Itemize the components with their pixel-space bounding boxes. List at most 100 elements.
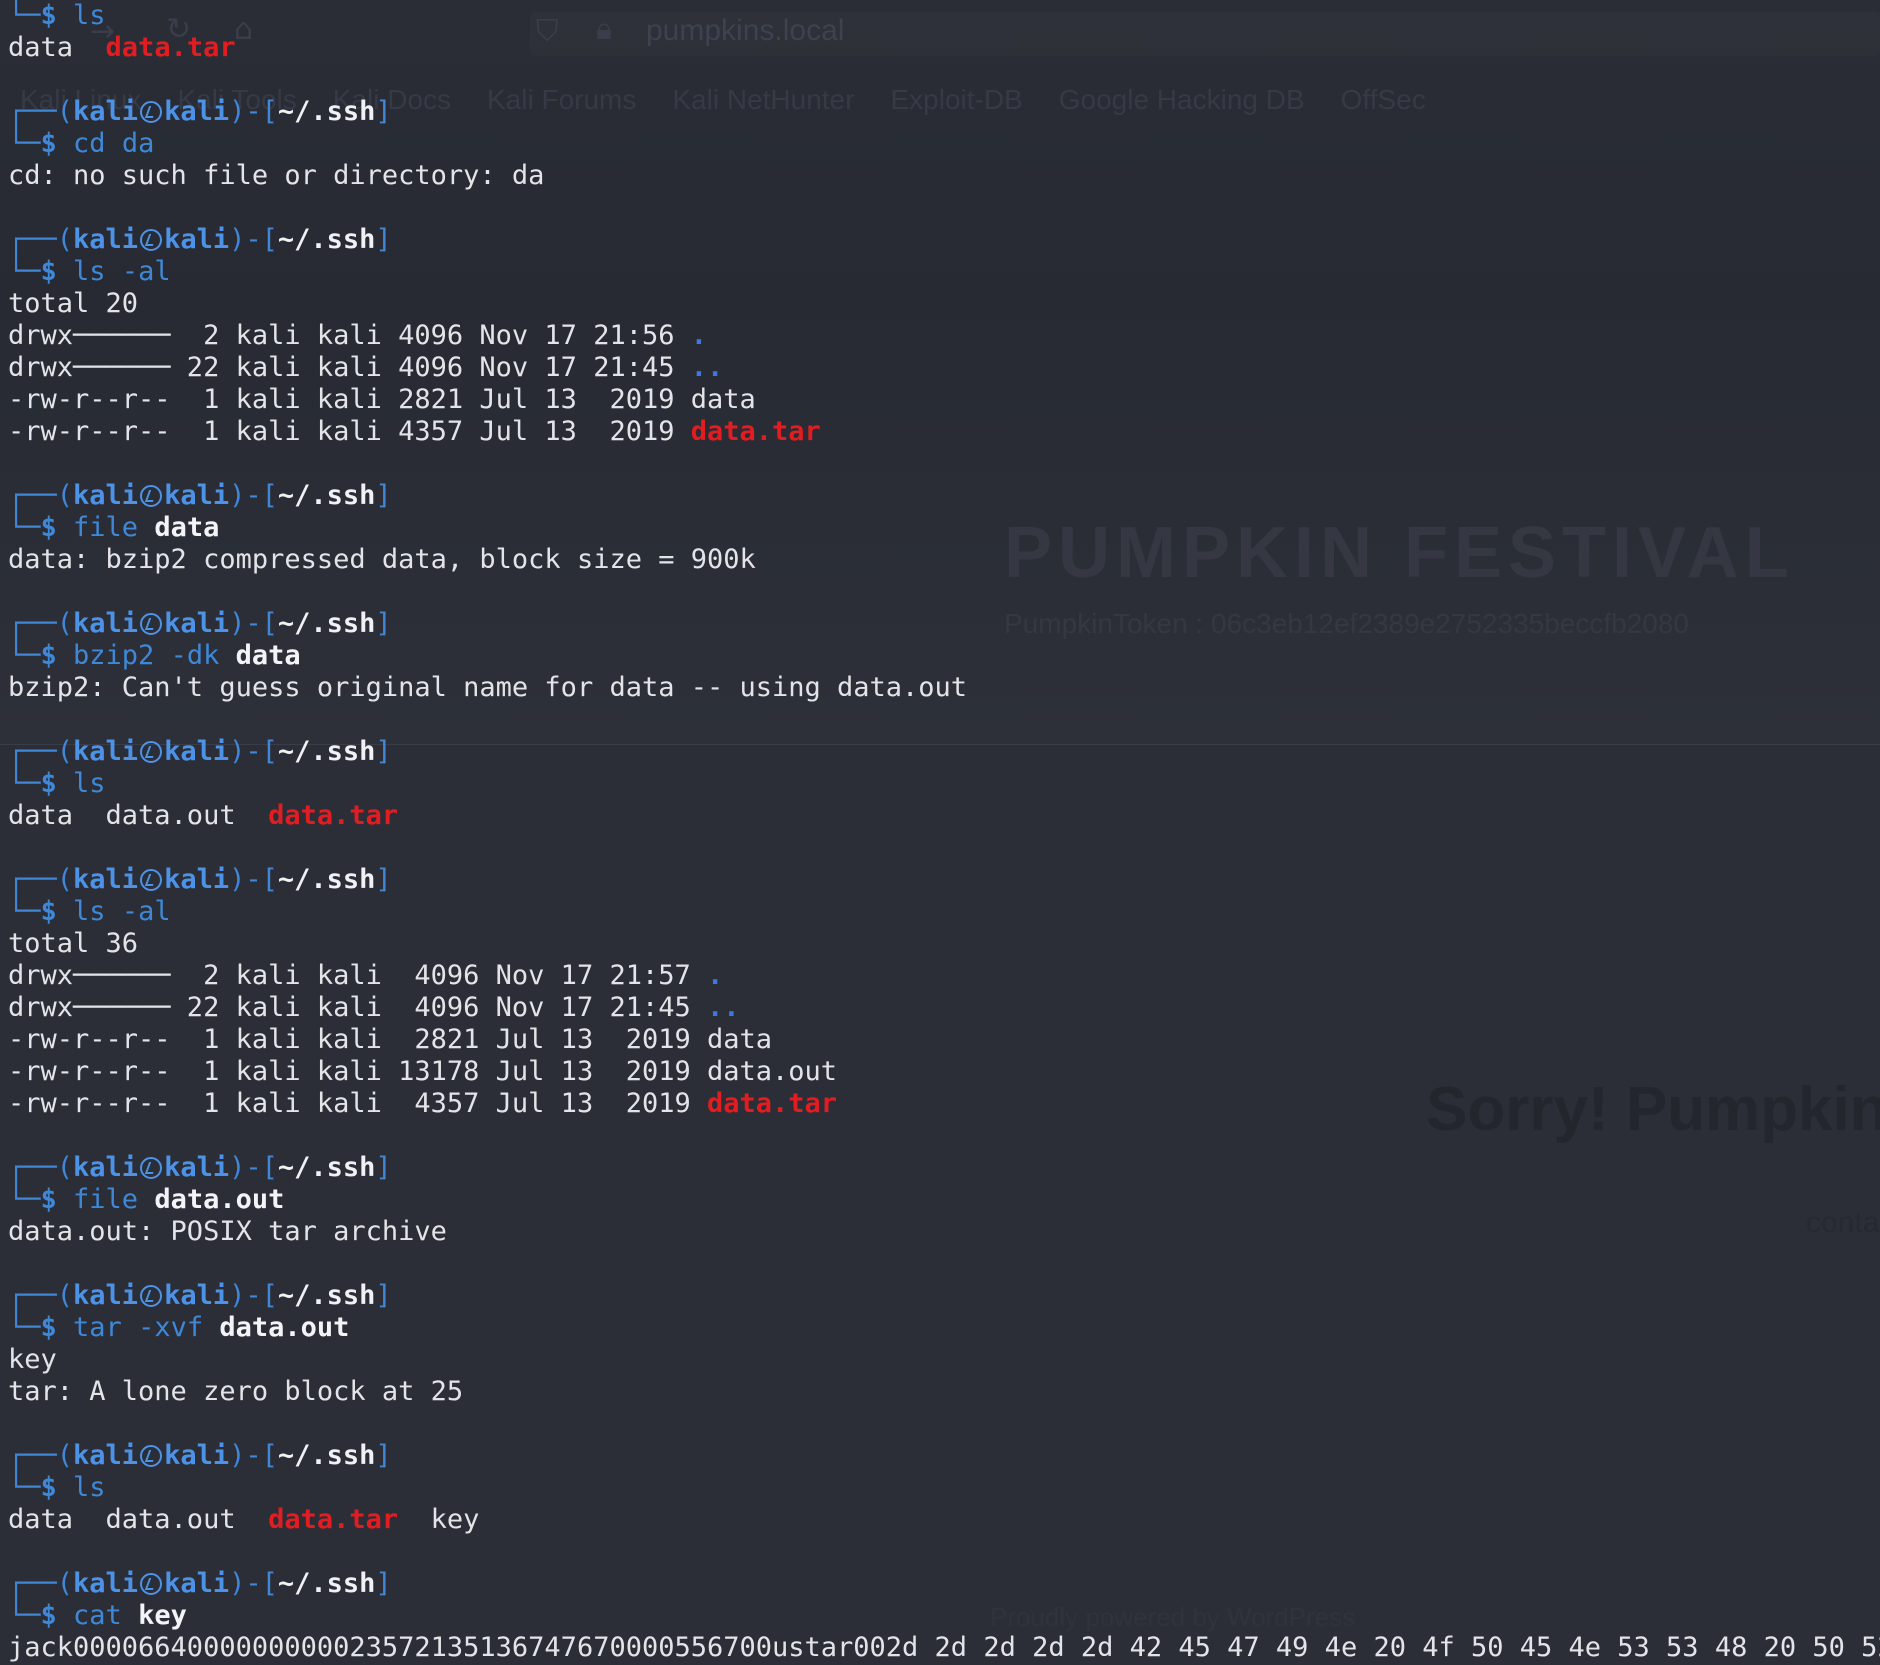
prompt-corner: ┌──( [8,608,74,639]
prompt-cwd: ~/.ssh [277,1568,376,1599]
output-line: -rw-r--r-- 1 kali kali 13178 Jul 13 2019… [8,1056,1880,1088]
kali-skull-icon [140,741,163,763]
prompt-user: kali [73,96,139,127]
kali-skull-icon [140,101,163,123]
command-name: bzip2 [73,640,155,671]
command-line: └─$ cd da [8,128,1880,160]
prompt-corner: ┌──( [8,864,74,895]
prompt-symbol: $ [40,768,74,799]
prompt-bracket: )-[ [229,96,278,127]
prompt-bracket: ] [375,1568,392,1599]
output-text: bzip2: Can't guess original name for dat… [8,672,968,703]
output-line: data data.out data.tar [8,800,1880,832]
output-text: -rw-r--r-- 1 kali kali 4357 Jul 13 2019 [8,416,691,447]
output-line: drwx────── 22 kali kali 4096 Nov 17 21:4… [8,352,1880,384]
output-text: cd: no such file or directory: da [8,160,545,191]
output-text: data: bzip2 compressed data, block size … [8,544,756,575]
prompt-host: kali [164,1440,230,1471]
output-line: drwx────── 2 kali kali 4096 Nov 17 21:56… [8,320,1880,352]
command-name: tar [73,1312,122,1343]
command-arg: data [235,640,301,671]
output-text: tar: A lone zero block at 25 [8,1376,464,1407]
command-line: └─$ bzip2 -dk data [8,640,1880,672]
prompt-user: kali [73,1440,139,1471]
prompt-cwd: ~/.ssh [277,480,376,511]
prompt-symbol: $ [40,0,74,31]
prompt-host: kali [164,736,230,767]
prompt-corner: └─ [8,0,41,31]
prompt-bracket: ] [375,608,392,639]
output-text: drwx────── 22 kali kali 4096 Nov 17 21:4… [8,992,707,1023]
prompt-symbol: $ [40,896,74,927]
command-line: └─$ file data [8,512,1880,544]
prompt-symbol: $ [40,512,74,543]
prompt-line: ┌──(kali kali)-[~/.ssh] [8,1152,1880,1184]
command-flag: -dk [170,640,220,671]
prompt-host: kali [164,1568,230,1599]
prompt-corner: ┌──( [8,1280,74,1311]
output-line: drwx────── 22 kali kali 4096 Nov 17 21:4… [8,992,1880,1024]
output-text: jack000066400000000002357213513674767000… [8,1632,1880,1663]
prompt-bracket: ] [375,480,392,511]
prompt-corner: ┌──( [8,224,74,255]
prompt-user: kali [73,1280,139,1311]
prompt-cwd: ~/.ssh [277,608,376,639]
kali-skull-icon [140,229,163,251]
prompt-cwd: ~/.ssh [277,1280,376,1311]
prompt-user: kali [73,736,139,767]
command-line: └─$ ls -al [8,256,1880,288]
prompt-line: ┌──(kali kali)-[~/.ssh] [8,608,1880,640]
output-line: data data.tar [8,32,1880,64]
archive-filename: data.tar [105,32,236,63]
prompt-bracket: )-[ [229,224,278,255]
output-line: -rw-r--r-- 1 kali kali 2821 Jul 13 2019 … [8,1024,1880,1056]
prompt-line: ┌──(kali kali)-[~/.ssh] [8,1280,1880,1312]
output-text: data data.out [8,800,269,831]
command-arg: data [154,512,220,543]
archive-filename: data.tar [268,1504,399,1535]
command-name: ls [73,768,106,799]
command-name: ls [73,0,106,31]
prompt-corner: ┌──( [8,480,74,511]
output-text: total 20 [8,288,139,319]
kali-skull-icon [140,869,163,891]
command-name: ls [73,896,106,927]
prompt-host: kali [164,608,230,639]
prompt-user: kali [73,864,139,895]
prompt-cwd: ~/.ssh [277,224,376,255]
command-line: └─$ tar -xvf data.out [8,1312,1880,1344]
terminal-output[interactable]: └─$ ls data data.tar ┌──(kali kali)-[~/.ss… [8,0,1880,1664]
prompt-line: ┌──(kali kali)-[~/.ssh] [8,736,1880,768]
prompt-bracket: )-[ [229,1280,278,1311]
prompt-bracket: )-[ [229,1440,278,1471]
output-text: key [8,1344,57,1375]
output-line: data: bzip2 compressed data, block size … [8,544,1880,576]
command-arg: data.out [154,1184,285,1215]
prompt-corner: └─ [8,128,41,159]
prompt-line: ┌──(kali kali)-[~/.ssh] [8,224,1880,256]
output-line: bzip2: Can't guess original name for dat… [8,672,1880,704]
command-flag: -al [121,256,171,287]
prompt-corner: └─ [8,768,41,799]
prompt-corner: └─ [8,512,41,543]
command-name: cd [73,128,106,159]
output-line: data.out: POSIX tar archive [8,1216,1880,1248]
prompt-cwd: ~/.ssh [277,96,376,127]
dir-entry-name: .. [690,352,724,383]
output-text: -rw-r--r-- 1 kali kali 4357 Jul 13 2019 [8,1088,707,1119]
archive-filename: data.tar [706,1088,838,1119]
output-line: cd: no such file or directory: da [8,160,1880,192]
archive-filename: data.tar [690,416,821,447]
prompt-symbol: $ [40,1472,74,1503]
prompt-bracket: )-[ [229,1568,278,1599]
output-text: drwx────── 22 kali kali 4096 Nov 17 21:4… [8,352,691,383]
prompt-corner: └─ [8,256,41,287]
output-line: -rw-r--r-- 1 kali kali 4357 Jul 13 2019 … [8,1088,1880,1120]
prompt-user: kali [73,1568,139,1599]
kali-skull-icon [140,1573,163,1595]
prompt-host: kali [164,864,230,895]
